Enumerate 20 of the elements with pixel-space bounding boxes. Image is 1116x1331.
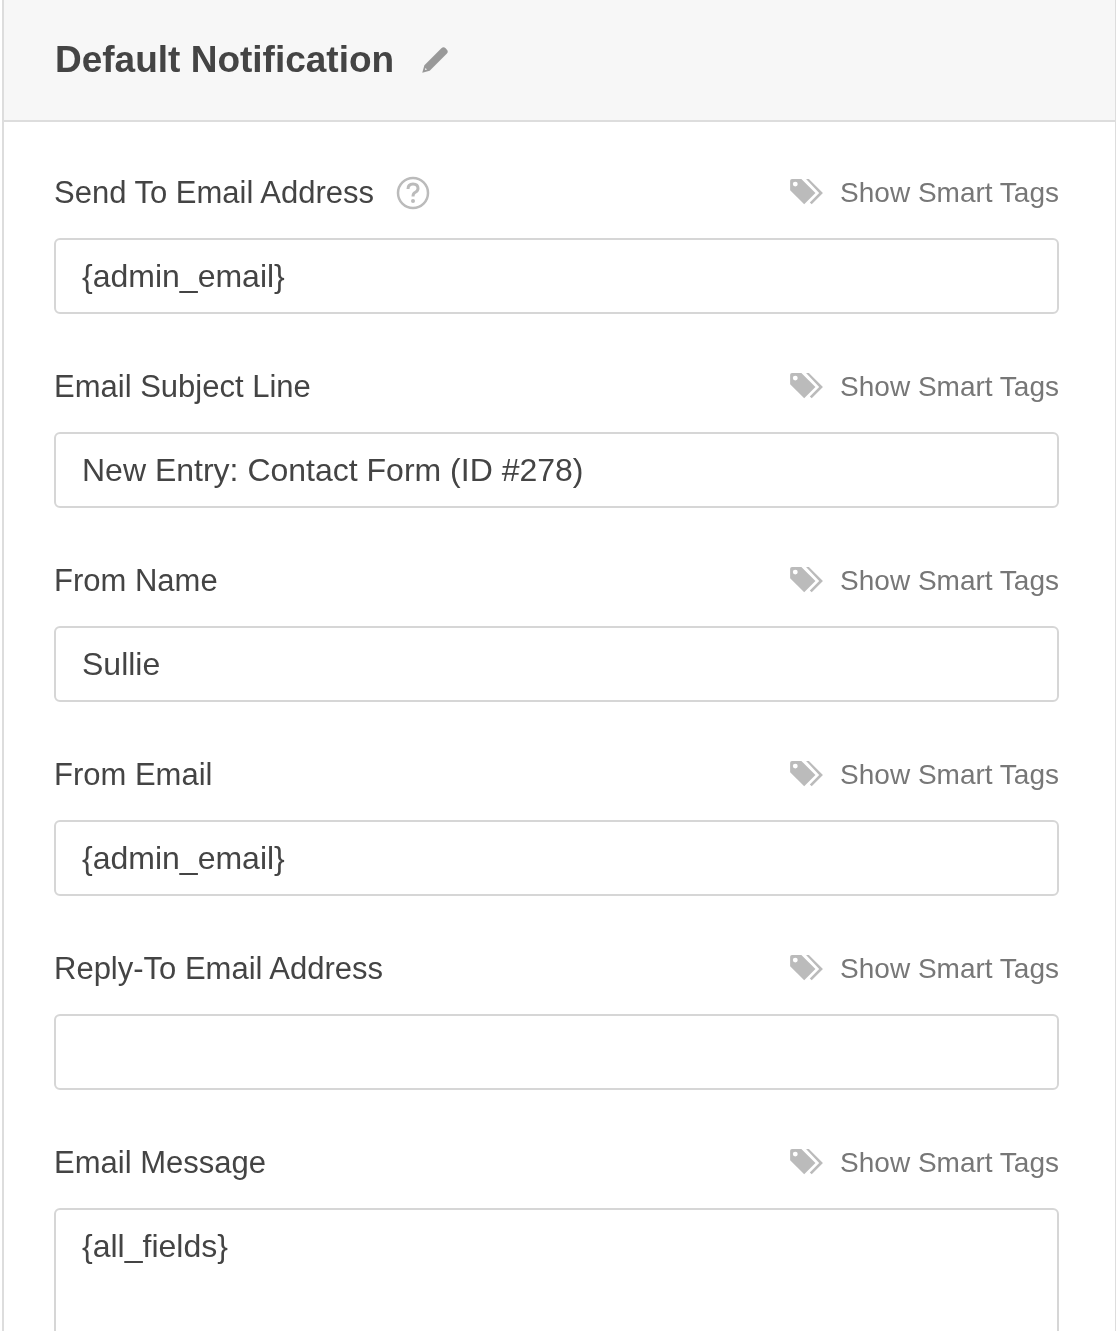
field-label: Send To Email Address	[54, 175, 374, 211]
field-label: Email Message	[54, 1145, 266, 1181]
field-label: Email Subject Line	[54, 369, 311, 405]
help-icon[interactable]	[395, 176, 430, 210]
text-field[interactable]: {admin_email}	[54, 238, 1059, 314]
show-smart-tags-link[interactable]: Show Smart Tags	[788, 371, 1059, 403]
field-label: From Email	[54, 757, 213, 793]
show-smart-tags-link[interactable]: Show Smart Tags	[788, 1147, 1059, 1179]
field-label: From Name	[54, 563, 218, 599]
text-field[interactable]: New Entry: Contact Form (ID #278)	[54, 432, 1059, 508]
show-smart-tags-link[interactable]: Show Smart Tags	[788, 759, 1059, 791]
show-smart-tags-link[interactable]: Show Smart Tags	[788, 177, 1059, 209]
text-field[interactable]: {admin_email}	[54, 820, 1059, 896]
message-textarea[interactable]: {all_fields}	[54, 1208, 1059, 1331]
show-smart-tags-link[interactable]: Show Smart Tags	[788, 565, 1059, 597]
text-field[interactable]: Sullie	[54, 626, 1059, 702]
notification-title: Default Notification	[55, 39, 395, 81]
field-label: Reply-To Email Address	[54, 951, 384, 987]
show-smart-tags-link[interactable]: Show Smart Tags	[788, 953, 1059, 985]
text-field[interactable]	[54, 1014, 1059, 1090]
